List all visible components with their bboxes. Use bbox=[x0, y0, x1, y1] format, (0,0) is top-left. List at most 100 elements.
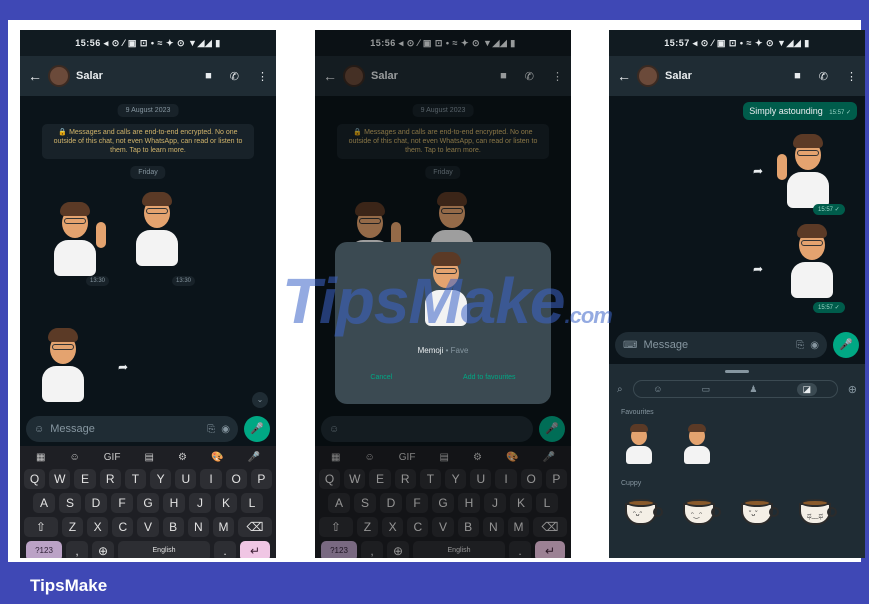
avatar-tab-icon[interactable]: ♟ bbox=[749, 384, 757, 395]
key-row-1: Q W E R T Y U I O P bbox=[23, 469, 273, 489]
emoji-icon[interactable]: ☺ bbox=[34, 424, 44, 435]
backspace-key[interactable]: ⌫ bbox=[238, 517, 272, 537]
key[interactable]: J bbox=[189, 493, 211, 513]
video-call-icon[interactable]: ■ bbox=[794, 70, 801, 82]
key[interactable]: Z bbox=[61, 517, 84, 537]
mic-button[interactable]: 🎤 bbox=[244, 416, 270, 442]
key[interactable]: Q bbox=[23, 469, 46, 489]
favourite-sticker[interactable] bbox=[681, 424, 713, 466]
gif-button[interactable]: GIF bbox=[104, 452, 121, 463]
globe-icon[interactable]: ⊕ bbox=[92, 541, 114, 558]
cuppy-heading: Cuppy bbox=[621, 480, 642, 487]
search-icon[interactable]: ⌕ bbox=[617, 384, 623, 395]
dialog-actions: Cancel Add to favourites bbox=[335, 374, 551, 381]
period-key[interactable]: . bbox=[214, 541, 236, 558]
forward-icon[interactable]: ➦ bbox=[118, 360, 128, 374]
shift-key[interactable]: ⇧ bbox=[24, 517, 58, 537]
cuppy-sticker[interactable]: ᵔᴗᵔ bbox=[623, 495, 663, 527]
numbers-key[interactable]: ?123 bbox=[26, 541, 62, 558]
voice-input-icon[interactable]: 🎤 bbox=[248, 452, 260, 463]
key[interactable]: M bbox=[212, 517, 235, 537]
key[interactable]: E bbox=[74, 469, 96, 489]
key[interactable]: W bbox=[49, 469, 71, 489]
phone-2-screen: 15:56 ◂ ⊙ ⁄ ▣ ⊡ • ≈ ✦ ⊙ ▼◢◢ ▮ ← Salar ■ … bbox=[315, 30, 571, 558]
camera-icon[interactable]: ◉ bbox=[221, 424, 230, 435]
key[interactable]: O bbox=[225, 469, 247, 489]
memoji-sticker[interactable] bbox=[130, 192, 184, 270]
favourites-row bbox=[609, 420, 865, 470]
memoji-sticker[interactable] bbox=[48, 202, 106, 280]
memoji-sticker[interactable] bbox=[777, 134, 835, 212]
date-pill: 9 August 2023 bbox=[117, 104, 179, 117]
drag-handle[interactable] bbox=[725, 370, 749, 373]
avatar[interactable] bbox=[48, 65, 70, 87]
phone-call-icon[interactable]: ✆ bbox=[819, 70, 828, 83]
gif-tab-icon[interactable]: ▭ bbox=[702, 384, 711, 395]
memoji-sticker[interactable] bbox=[36, 328, 90, 406]
key[interactable]: A bbox=[33, 493, 55, 513]
camera-icon[interactable]: ◉ bbox=[810, 340, 819, 351]
forward-icon[interactable]: ➦ bbox=[753, 262, 763, 276]
key[interactable]: X bbox=[87, 517, 109, 537]
message-input[interactable]: ⌨ Message ⎘ ◉ bbox=[615, 332, 827, 358]
key[interactable]: L bbox=[241, 493, 263, 513]
avatar[interactable] bbox=[637, 65, 659, 87]
contact-name[interactable]: Salar bbox=[76, 70, 187, 82]
key[interactable]: P bbox=[250, 469, 273, 489]
key[interactable]: I bbox=[200, 469, 222, 489]
key[interactable]: K bbox=[215, 493, 237, 513]
message-text: Simply astounding bbox=[749, 106, 823, 116]
attach-icon[interactable]: ⎘ bbox=[796, 340, 804, 351]
key[interactable]: C bbox=[112, 517, 134, 537]
favourites-heading: Favourites bbox=[621, 409, 654, 416]
key[interactable]: U bbox=[175, 469, 197, 489]
key[interactable]: V bbox=[137, 517, 159, 537]
back-arrow-icon[interactable]: ← bbox=[28, 68, 42, 84]
clipboard-icon[interactable]: ▤ bbox=[145, 452, 154, 463]
key[interactable]: T bbox=[124, 469, 146, 489]
apps-grid-icon[interactable]: ▦ bbox=[36, 452, 45, 463]
keyboard-icon[interactable]: ⌨ bbox=[623, 340, 637, 351]
add-sticker-icon[interactable]: ⊕ bbox=[848, 383, 857, 396]
key[interactable]: R bbox=[99, 469, 121, 489]
key[interactable]: G bbox=[137, 493, 159, 513]
space-key[interactable]: English bbox=[118, 541, 210, 558]
attach-icon[interactable]: ⎘ bbox=[207, 424, 215, 435]
chat-area: 9 August 2023 🔒 Messages and calls are e… bbox=[20, 96, 276, 414]
phone-call-icon[interactable]: ✆ bbox=[230, 70, 239, 83]
cuppy-sticker[interactable]: ಥ﹏ಥ bbox=[797, 495, 837, 527]
brand-label: TipsMake bbox=[30, 576, 108, 595]
key[interactable]: S bbox=[59, 493, 81, 513]
video-call-icon[interactable]: ■ bbox=[205, 70, 212, 82]
key[interactable]: D bbox=[85, 493, 107, 513]
key[interactable]: N bbox=[187, 517, 209, 537]
sticker-tab-icon[interactable]: ◪ bbox=[796, 382, 818, 396]
sticker-preview-dialog: Memoji • Fave Cancel Add to favourites bbox=[335, 242, 551, 404]
key[interactable]: B bbox=[162, 517, 184, 537]
key[interactable]: Y bbox=[150, 469, 172, 489]
back-arrow-icon[interactable]: ← bbox=[617, 68, 631, 84]
cuppy-sticker[interactable]: ˘ᴗ˘ bbox=[739, 495, 779, 527]
theme-icon[interactable]: 🎨 bbox=[211, 452, 223, 463]
message-input[interactable]: ☺ Message ⎘ ◉ bbox=[26, 416, 238, 442]
scroll-down-icon[interactable]: ⌄ bbox=[252, 392, 268, 408]
cancel-button[interactable]: Cancel bbox=[370, 374, 392, 381]
more-options-icon[interactable]: ⋮ bbox=[846, 70, 857, 83]
memoji-sticker[interactable] bbox=[785, 224, 839, 302]
add-to-favourites-button[interactable]: Add to favourites bbox=[463, 374, 516, 381]
emoji-icon[interactable]: ☺ bbox=[70, 452, 80, 463]
favourite-sticker[interactable] bbox=[623, 424, 655, 466]
key[interactable]: F bbox=[111, 493, 133, 513]
outgoing-message[interactable]: Simply astounding 15:57 ✓ bbox=[743, 102, 857, 120]
enter-key[interactable]: ↵ bbox=[240, 541, 270, 558]
cuppy-sticker[interactable]: ᵔ‿ᵔ bbox=[681, 495, 721, 527]
comma-key[interactable]: , bbox=[66, 541, 88, 558]
contact-name[interactable]: Salar bbox=[665, 70, 776, 82]
key[interactable]: H bbox=[163, 493, 185, 513]
emoji-tab-icon[interactable]: ☺ bbox=[653, 384, 662, 394]
settings-icon[interactable]: ⚙ bbox=[178, 452, 187, 463]
encryption-notice[interactable]: 🔒 Messages and calls are end-to-end encr… bbox=[42, 124, 254, 159]
forward-icon[interactable]: ➦ bbox=[753, 164, 763, 178]
more-options-icon[interactable]: ⋮ bbox=[257, 70, 268, 83]
mic-button[interactable]: 🎤 bbox=[833, 332, 859, 358]
